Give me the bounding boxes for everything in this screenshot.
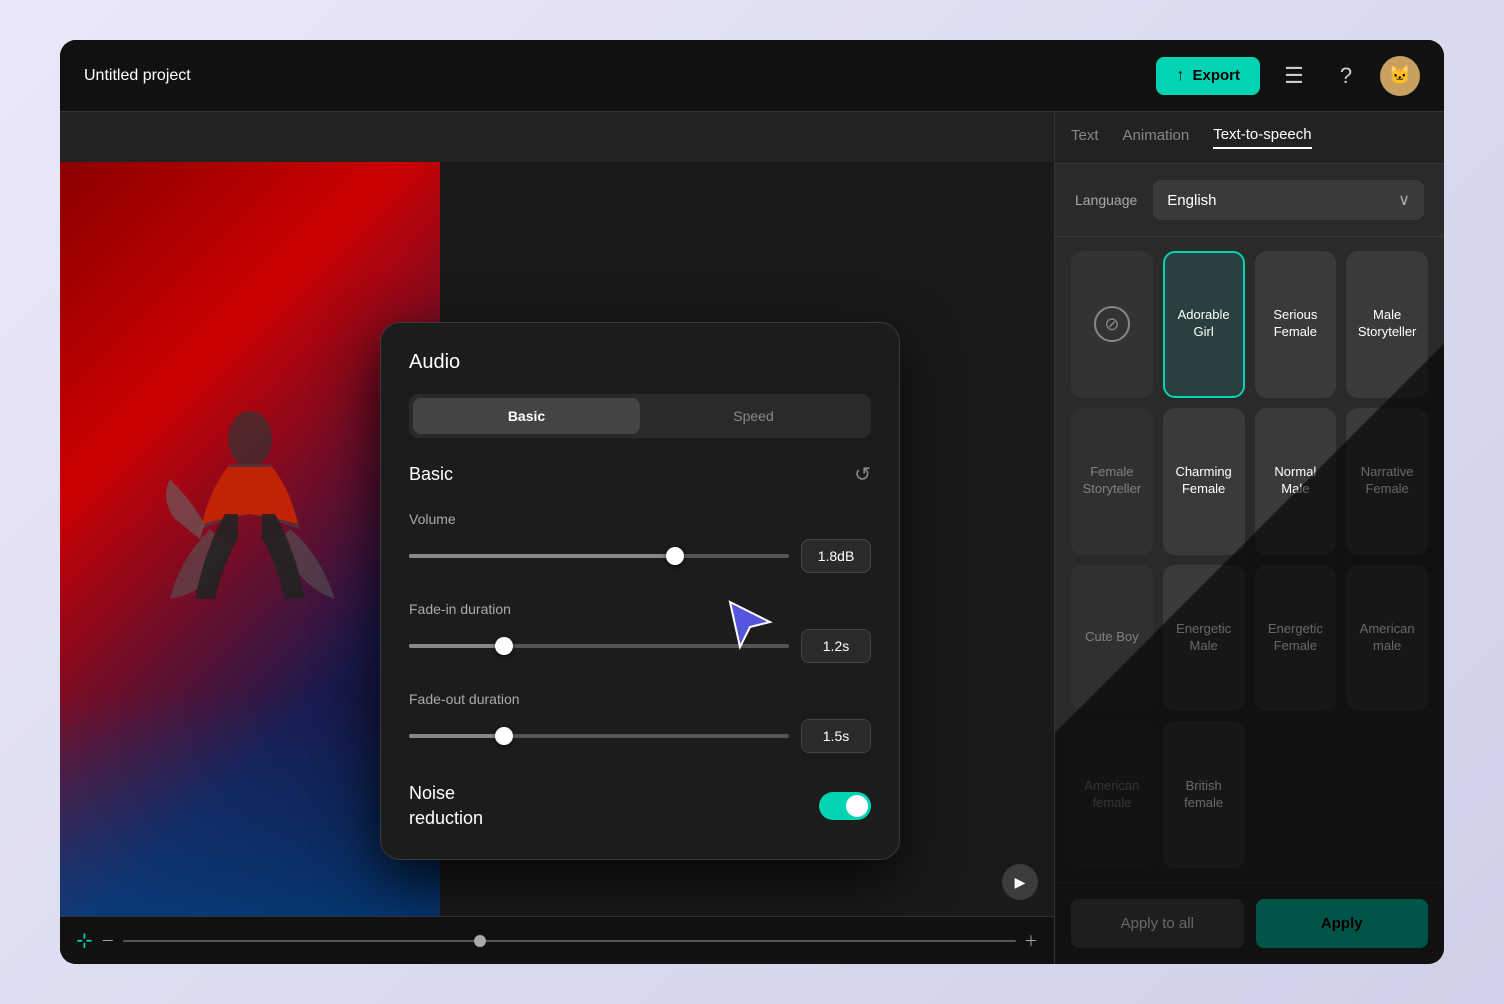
volume-row: Volume 1.8dB <box>409 511 871 573</box>
timeline-icon: ⊹ <box>76 928 93 953</box>
header-actions: Export ☰ ? 🐱 <box>1156 56 1420 96</box>
video-section: ▶ Audio Basic Speed Basic ↺ Volume <box>60 112 1054 964</box>
tab-basic[interactable]: Basic <box>413 398 640 434</box>
zoom-out-icon[interactable]: － <box>101 931 115 951</box>
timeline-controls: － ＋ <box>101 931 1038 951</box>
fadeout-control: 1.5s <box>409 719 871 753</box>
volume-value: 1.8dB <box>801 539 871 573</box>
zoom-slider[interactable] <box>123 940 1016 942</box>
section-label: Basic <box>409 464 453 485</box>
timeline: ⊹ － ＋ <box>60 916 1054 964</box>
voice-card-adorable-girl[interactable]: Adorable Girl <box>1163 251 1245 398</box>
voice-card-normal-male[interactable]: Normal Male <box>1255 408 1337 555</box>
voice-card-american-male[interactable]: American male <box>1346 565 1428 712</box>
volume-control: 1.8dB <box>409 539 871 573</box>
voice-label-energetic-male: Energetic Male <box>1173 621 1235 655</box>
voice-card-cute-boy[interactable]: Cute Boy <box>1071 565 1153 712</box>
fadeout-label: Fade-out duration <box>409 691 871 707</box>
voice-label-adorable-girl: Adorable Girl <box>1173 307 1235 341</box>
help-icon[interactable]: ? <box>1328 58 1364 94</box>
play-button[interactable]: ▶ <box>1002 864 1038 900</box>
voice-card-energetic-male[interactable]: Energetic Male <box>1163 565 1245 712</box>
header: Untitled project Export ☰ ? 🐱 <box>60 40 1444 112</box>
fadeout-fill <box>409 734 504 738</box>
noise-row: Noise reduction <box>409 781 871 831</box>
right-panel: Text Animation Text-to-speech Language E… <box>1054 112 1444 964</box>
voice-card-energetic-female[interactable]: Energetic Female <box>1255 565 1337 712</box>
fadein-row: Fade-in duration 1.2s <box>409 601 871 663</box>
toggle-thumb <box>846 795 868 817</box>
fadein-control: 1.2s <box>409 629 871 663</box>
fadeout-track[interactable] <box>409 734 789 738</box>
dialog-title: Audio <box>409 351 871 374</box>
mute-icon: ⊘ <box>1094 306 1130 342</box>
voice-card-narrative-female[interactable]: Narrative Female <box>1346 408 1428 555</box>
audio-dialog: Audio Basic Speed Basic ↺ Volume <box>380 322 900 860</box>
fadeout-row: Fade-out duration 1.5s <box>409 691 871 753</box>
language-select[interactable]: English ∨ <box>1153 180 1424 220</box>
body-area: ▶ Audio Basic Speed Basic ↺ Volume <box>60 112 1444 964</box>
tab-tts[interactable]: Text-to-speech <box>1213 126 1311 149</box>
video-canvas: ▶ Audio Basic Speed Basic ↺ Volume <box>60 162 1054 916</box>
avatar[interactable]: 🐱 <box>1380 56 1420 96</box>
menu-icon[interactable]: ☰ <box>1276 58 1312 94</box>
section-header: Basic ↺ <box>409 462 871 487</box>
dancer-silhouette <box>150 399 350 679</box>
voice-label-serious-female: Serious Female <box>1265 307 1327 341</box>
voice-label-british-female: British female <box>1173 778 1235 812</box>
voice-label-female-storyteller: Female Storyteller <box>1081 464 1143 498</box>
voice-label-cute-boy: Cute Boy <box>1085 629 1138 646</box>
voice-label-american-male: American male <box>1356 621 1418 655</box>
language-value: English <box>1167 192 1398 209</box>
tab-text[interactable]: Text <box>1071 127 1099 148</box>
sub-tabs <box>60 112 1054 162</box>
volume-fill <box>409 554 675 558</box>
voice-label-normal-male: Normal Male <box>1265 464 1327 498</box>
noise-toggle[interactable] <box>819 792 871 820</box>
noise-label: Noise reduction <box>409 781 483 831</box>
voice-card-female-storyteller[interactable]: Female Storyteller <box>1071 408 1153 555</box>
tab-speed[interactable]: Speed <box>640 398 867 434</box>
voice-card-male-storyteller[interactable]: Male Storyteller <box>1346 251 1428 398</box>
fadeout-thumb[interactable] <box>495 727 513 745</box>
project-title: Untitled project <box>84 67 1156 85</box>
voice-card-serious-female[interactable]: Serious Female <box>1255 251 1337 398</box>
volume-track[interactable] <box>409 554 789 558</box>
dialog-tabs: Basic Speed <box>409 394 871 438</box>
voice-card-british-female[interactable]: British female <box>1163 721 1245 868</box>
language-label: Language <box>1075 192 1137 208</box>
fadein-value: 1.2s <box>801 629 871 663</box>
panel-tabs: Text Animation Text-to-speech <box>1055 112 1444 164</box>
voice-label-narrative-female: Narrative Female <box>1356 464 1418 498</box>
voice-label-american-female: American female <box>1081 778 1143 812</box>
fadein-fill <box>409 644 504 648</box>
apply-button[interactable]: Apply <box>1256 899 1429 948</box>
voice-label-male-storyteller: Male Storyteller <box>1356 307 1418 341</box>
tab-animation[interactable]: Animation <box>1123 127 1190 148</box>
language-section: Language English ∨ <box>1055 164 1444 237</box>
reset-icon[interactable]: ↺ <box>854 462 871 487</box>
voice-label-charming-female: Charming Female <box>1173 464 1235 498</box>
apply-all-button[interactable]: Apply to all <box>1071 899 1244 948</box>
fadein-label: Fade-in duration <box>409 601 871 617</box>
voice-card-mute[interactable]: ⊘ <box>1071 251 1153 398</box>
voice-card-american-female[interactable]: American female <box>1071 721 1153 868</box>
voice-grid: ⊘ Adorable Girl Serious Female Male Stor… <box>1055 237 1444 882</box>
voice-label-energetic-female: Energetic Female <box>1265 621 1327 655</box>
fadein-thumb[interactable] <box>495 637 513 655</box>
volume-label: Volume <box>409 511 871 527</box>
chevron-down-icon: ∨ <box>1398 190 1410 210</box>
export-button[interactable]: Export <box>1156 57 1260 95</box>
voice-card-charming-female[interactable]: Charming Female <box>1163 408 1245 555</box>
app-container: Untitled project Export ☰ ? 🐱 <box>60 40 1444 964</box>
fadein-track[interactable] <box>409 644 789 648</box>
zoom-in-icon[interactable]: ＋ <box>1024 931 1038 951</box>
fadeout-value: 1.5s <box>801 719 871 753</box>
volume-thumb[interactable] <box>666 547 684 565</box>
panel-bottom: Apply to all Apply <box>1055 882 1444 964</box>
zoom-thumb <box>474 935 486 947</box>
